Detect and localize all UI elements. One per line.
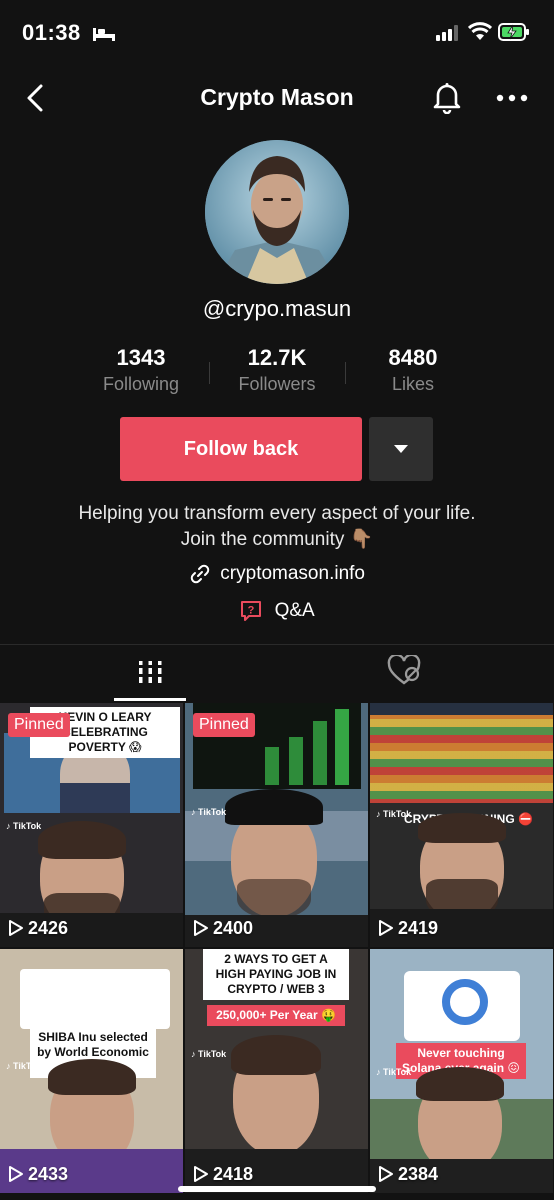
view-count-text: 2418 (213, 1164, 254, 1184)
video-grid: KEVIN O LEARY CELEBRATING POVERTY 😱 ♪ Ti… (0, 703, 554, 1200)
view-count: 2419 (378, 918, 438, 939)
page-title: Crypto Mason (200, 84, 354, 110)
notification-bell-icon[interactable] (430, 80, 464, 114)
tiktok-watermark-icon: ♪ TikTok (191, 807, 227, 817)
svg-text:?: ? (248, 605, 255, 617)
likes-count: 8480 (388, 345, 438, 370)
video-tile[interactable]: ♪ TikTok Pinned 2400 (185, 703, 368, 947)
view-count: 2418 (193, 1164, 253, 1185)
followers-label: Followers (238, 374, 316, 394)
cellular-signal-icon (436, 25, 458, 41)
video-tile[interactable]: 2 WAYS TO GET A HIGH PAYING JOB IN CRYPT… (185, 949, 368, 1193)
followers-stat[interactable]: 12.7K Followers (209, 344, 345, 395)
video-caption: 250,000+ Per Year 🤑 (207, 1005, 345, 1026)
play-icon (379, 920, 393, 936)
battery-charging-icon (498, 23, 529, 41)
view-count-text: 2384 (398, 1164, 439, 1184)
nav-bar: Crypto Mason (0, 66, 554, 128)
sleep-mode-icon (93, 28, 115, 41)
tiktok-watermark-icon: ♪ TikTok (191, 1049, 227, 1059)
suggested-accounts-button[interactable] (369, 417, 433, 481)
following-count: 1343 (116, 345, 166, 370)
qa-link[interactable]: ? Q&A (0, 599, 554, 623)
view-count-text: 2419 (398, 918, 439, 938)
view-count: 2433 (8, 1164, 68, 1185)
likes-stat: 8480 Likes (345, 344, 481, 395)
pinned-badge: Pinned (193, 713, 255, 737)
view-count: 2400 (193, 918, 253, 939)
qa-text: Q&A (274, 600, 315, 621)
profile-bio: Helping you transform every aspect of yo… (20, 501, 534, 553)
avatar[interactable] (205, 140, 349, 284)
videos-grid-tab-icon[interactable] (114, 655, 186, 695)
tabs-divider (0, 644, 554, 645)
profile-stats: 1343 Following 12.7K Followers 8480 Like… (0, 344, 554, 404)
more-options-icon[interactable] (496, 94, 528, 102)
question-bubble-icon: ? (241, 601, 262, 621)
bio-line: Join the community 👇🏽 (180, 529, 374, 550)
view-count-text: 2400 (213, 918, 254, 938)
play-icon (9, 920, 23, 936)
link-icon (190, 564, 210, 584)
liked-videos-tab-icon[interactable] (386, 655, 422, 687)
home-indicator[interactable] (178, 1186, 376, 1192)
follow-back-button[interactable]: Follow back (120, 417, 362, 481)
status-time: 01:38 (22, 20, 81, 45)
view-count-text: 2433 (28, 1164, 69, 1184)
tiktok-watermark-icon: ♪ TikTok (376, 1067, 412, 1077)
active-tab-indicator (114, 698, 186, 701)
wifi-icon (468, 22, 492, 40)
tiktok-watermark-icon: ♪ TikTok (6, 821, 42, 831)
play-icon (379, 1166, 393, 1182)
following-stat[interactable]: 1343 Following (73, 344, 209, 395)
tiktok-watermark-icon: ♪ TikTok (6, 1061, 42, 1071)
followers-count: 12.7K (247, 345, 307, 370)
video-tile[interactable]: CRYPTO WARNING ⛔ ♪ TikTok 2419 (370, 703, 553, 947)
video-tile[interactable]: KEVIN O LEARY CELEBRATING POVERTY 😱 ♪ Ti… (0, 703, 183, 947)
link-text: cryptomason.info (220, 563, 365, 584)
video-tile[interactable]: Never touching Solana ever again 😖 ♪ Tik… (370, 949, 553, 1193)
profile-handle: @crypo.masun (202, 296, 352, 321)
pinned-badge: Pinned (8, 713, 70, 737)
play-icon (194, 920, 208, 936)
view-count-text: 2426 (28, 918, 69, 938)
play-icon (9, 1166, 23, 1182)
play-icon (194, 1166, 208, 1182)
following-label: Following (102, 374, 180, 394)
video-tile[interactable]: SHIBA Inu selected by World Economic For… (0, 949, 183, 1193)
chevron-down-icon (394, 445, 408, 453)
video-caption: 2 WAYS TO GET A HIGH PAYING JOB IN CRYPT… (203, 949, 349, 1000)
view-count: 2426 (8, 918, 68, 939)
likes-label: Likes (391, 374, 435, 394)
view-count: 2384 (378, 1164, 438, 1185)
bio-line: Helping you transform every aspect of yo… (78, 503, 476, 524)
profile-link[interactable]: cryptomason.info (0, 563, 554, 585)
status-bar: 01:38 (0, 0, 554, 66)
tiktok-watermark-icon: ♪ TikTok (376, 809, 412, 819)
